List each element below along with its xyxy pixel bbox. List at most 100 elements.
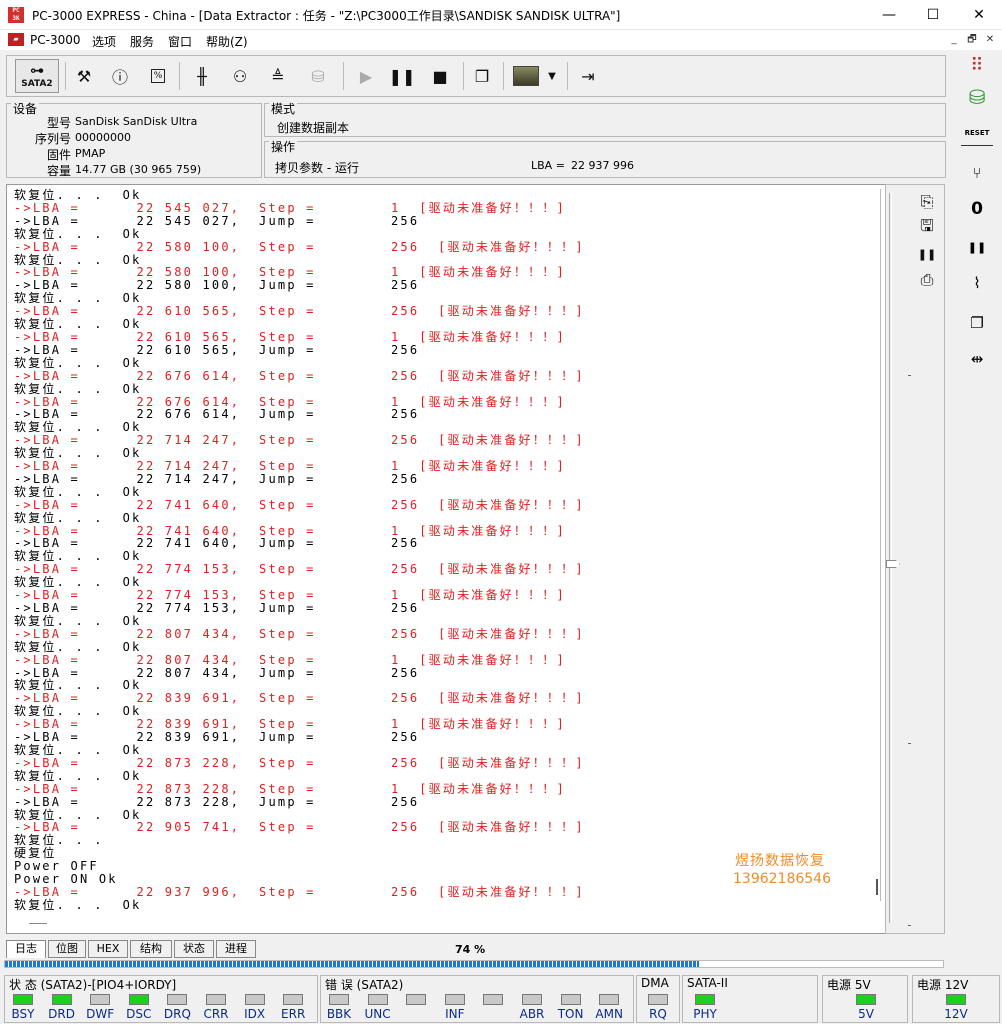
- tab-process[interactable]: 进程: [216, 940, 256, 958]
- binoculars-icon[interactable]: ⚇: [225, 61, 255, 91]
- branch-icon[interactable]: ⑂: [961, 158, 993, 188]
- dma-group: DMA RQ: [636, 975, 680, 1023]
- led-label: DRD: [48, 1007, 75, 1021]
- maximize-button[interactable]: ☐: [910, 0, 956, 30]
- cable-icon[interactable]: ⌇: [961, 268, 993, 298]
- tab-bitmap[interactable]: 位图: [48, 940, 86, 958]
- device-group-title: 设备: [11, 100, 40, 117]
- save-icon[interactable]: 🖫: [914, 216, 940, 239]
- database-icon[interactable]: ⛁: [961, 82, 993, 112]
- log-line: 软复位. . . Ok: [14, 742, 142, 757]
- menu-window[interactable]: 窗口: [168, 33, 192, 50]
- log-line: 软复位. . . Ok: [14, 381, 142, 396]
- lba-label: LBA =: [531, 159, 565, 172]
- tab-log[interactable]: 日志: [6, 940, 46, 958]
- vertical-track: [889, 193, 892, 923]
- log-line: 软复位. . . Ok: [14, 484, 142, 499]
- disk-info-icon[interactable]: ⓘ: [105, 61, 135, 91]
- led-inf: [444, 994, 465, 1005]
- power5-group-title: 电源 5V: [827, 978, 871, 992]
- log-line: 软复位. . . Ok: [14, 897, 142, 912]
- import-icon[interactable]: ⎘: [914, 191, 940, 213]
- log-line: 软复位. . . Ok: [14, 639, 142, 654]
- menu-pc3000[interactable]: PC-3000: [30, 33, 80, 47]
- led-label: BSY: [11, 1007, 35, 1021]
- led-blank: [406, 994, 427, 1005]
- model-label: 型号: [46, 116, 71, 130]
- connector-icon[interactable]: ⇹: [961, 344, 993, 374]
- log-line: Power ON Ok: [14, 872, 118, 887]
- log-line: 软复位. . . Ok: [14, 613, 142, 628]
- log-line: ->LBA = 22 610 565, Jump = 256: [14, 342, 420, 357]
- image-picture-icon[interactable]: [509, 61, 543, 91]
- minimize-button[interactable]: —: [866, 0, 912, 30]
- progress-percent: 74 %: [455, 943, 486, 956]
- log-line: 软复位. . . Ok: [14, 226, 142, 241]
- app-logo-icon: PC 3K: [8, 7, 24, 23]
- led-err: [283, 994, 304, 1005]
- exit-icon[interactable]: ⇥: [573, 61, 603, 91]
- led-label: DWF: [86, 1007, 115, 1021]
- windows-icon[interactable]: ❐: [467, 61, 497, 91]
- led-crr: [206, 994, 226, 1005]
- reset-icon[interactable]: RESET: [961, 120, 993, 146]
- mdi-minimize-button[interactable]: _: [947, 33, 961, 47]
- log-line: ->LBA = 22 807 434, Step = 1 [驱动未准备好！！！]: [14, 652, 566, 667]
- log-hscroll[interactable]: [29, 923, 47, 924]
- led-label: DSC: [126, 1007, 152, 1021]
- export-icon[interactable]: ⎙: [914, 269, 940, 291]
- mdi-restore-button[interactable]: 🗗: [965, 33, 979, 47]
- led-bsy: [13, 994, 33, 1005]
- head-config-icon[interactable]: ╫: [187, 61, 217, 91]
- percent-100-icon[interactable]: %: [143, 61, 173, 91]
- mode-group: 模式 创建数据副本: [264, 100, 946, 137]
- led-12v: [946, 994, 966, 1005]
- sidebar-pause-icon[interactable]: ❚❚: [961, 232, 993, 262]
- log-line: ->LBA = 22 873 228, Step = 1 [驱动未准备好！！！]: [14, 781, 566, 796]
- log-line: ->LBA = 22 714 247, Jump = 256: [14, 471, 420, 486]
- led-label: DRQ: [163, 1007, 191, 1021]
- menu-help[interactable]: 帮助(Z): [206, 33, 248, 50]
- led-dsc: [128, 994, 149, 1005]
- led-label: PHY: [693, 1007, 717, 1021]
- led-idx: [244, 994, 265, 1005]
- log-line: ->LBA = 22 545 027, Step = 1 [驱动未准备好！！！]: [14, 200, 566, 215]
- log-lines: 软复位. . . Ok ->LBA = 22 545 027, Step = 1 …: [14, 189, 585, 912]
- led-unc: [367, 994, 388, 1005]
- led-blank: [483, 994, 504, 1005]
- close-button[interactable]: ✕: [956, 0, 1002, 30]
- grid-menu-icon[interactable]: ⠿: [961, 50, 993, 80]
- log-line: ->LBA = 22 741 640, Step = 256 [驱动未准备好！！…: [14, 497, 585, 512]
- wrench-hammer-icon[interactable]: ⚒: [69, 61, 99, 91]
- zero-fill-icon[interactable]: 0: [961, 194, 993, 224]
- drive-tools-icon[interactable]: ≜: [263, 61, 293, 91]
- menu-options[interactable]: 选项: [92, 33, 116, 50]
- log-line: ->LBA = 22 580 100, Step = 256 [驱动未准备好！！…: [14, 239, 585, 254]
- led-label: UNC: [364, 1007, 391, 1021]
- device-group: 设备 型号 SanDisk SanDisk Ultra 序列号 00000000…: [6, 100, 262, 178]
- stop-icon[interactable]: ■: [425, 61, 455, 91]
- log-panel[interactable]: 软复位. . . Ok ->LBA = 22 545 027, Step = 1 …: [6, 184, 886, 934]
- dropdown-arrow-icon[interactable]: ▼: [543, 61, 561, 91]
- sata2-port-button[interactable]: ⊶ SATA2: [15, 59, 59, 93]
- play-icon[interactable]: ▶: [351, 61, 381, 91]
- firmware-label: 固件: [46, 148, 71, 162]
- log-line: ->LBA = 22 714 247, Step = 1 [驱动未准备好！！！]: [14, 459, 566, 474]
- pause-icon[interactable]: ❚❚: [387, 61, 417, 91]
- log-line: ->LBA = 22 937 996, Step = 256 [驱动未准备好！！…: [14, 884, 585, 899]
- tab-status[interactable]: 状态: [174, 940, 214, 958]
- sata2-label: SATA2: [21, 79, 53, 89]
- strip-pause-icon[interactable]: ❚❚: [914, 243, 940, 265]
- led-label: ABR: [519, 1007, 545, 1021]
- copy-close-icon[interactable]: ❐: [961, 308, 993, 338]
- progress-bar: [4, 960, 944, 968]
- track-slider-thumb[interactable]: [886, 560, 900, 568]
- copy-db-icon[interactable]: ⛁: [303, 61, 333, 91]
- operation-group: 操作 拷贝参数 - 运行 LBA = 22 937 996: [264, 138, 946, 178]
- tab-hex[interactable]: HEX: [88, 940, 128, 958]
- side-tool-strip: ⎘ 🖫 ❚❚ ⎙: [885, 184, 945, 934]
- menu-bar: ▰ PC-3000 选项 服务 窗口 帮助(Z): [0, 30, 1002, 50]
- mdi-close-button[interactable]: ✕: [983, 33, 997, 47]
- tab-structure[interactable]: 结构: [130, 940, 172, 958]
- menu-service[interactable]: 服务: [130, 33, 154, 50]
